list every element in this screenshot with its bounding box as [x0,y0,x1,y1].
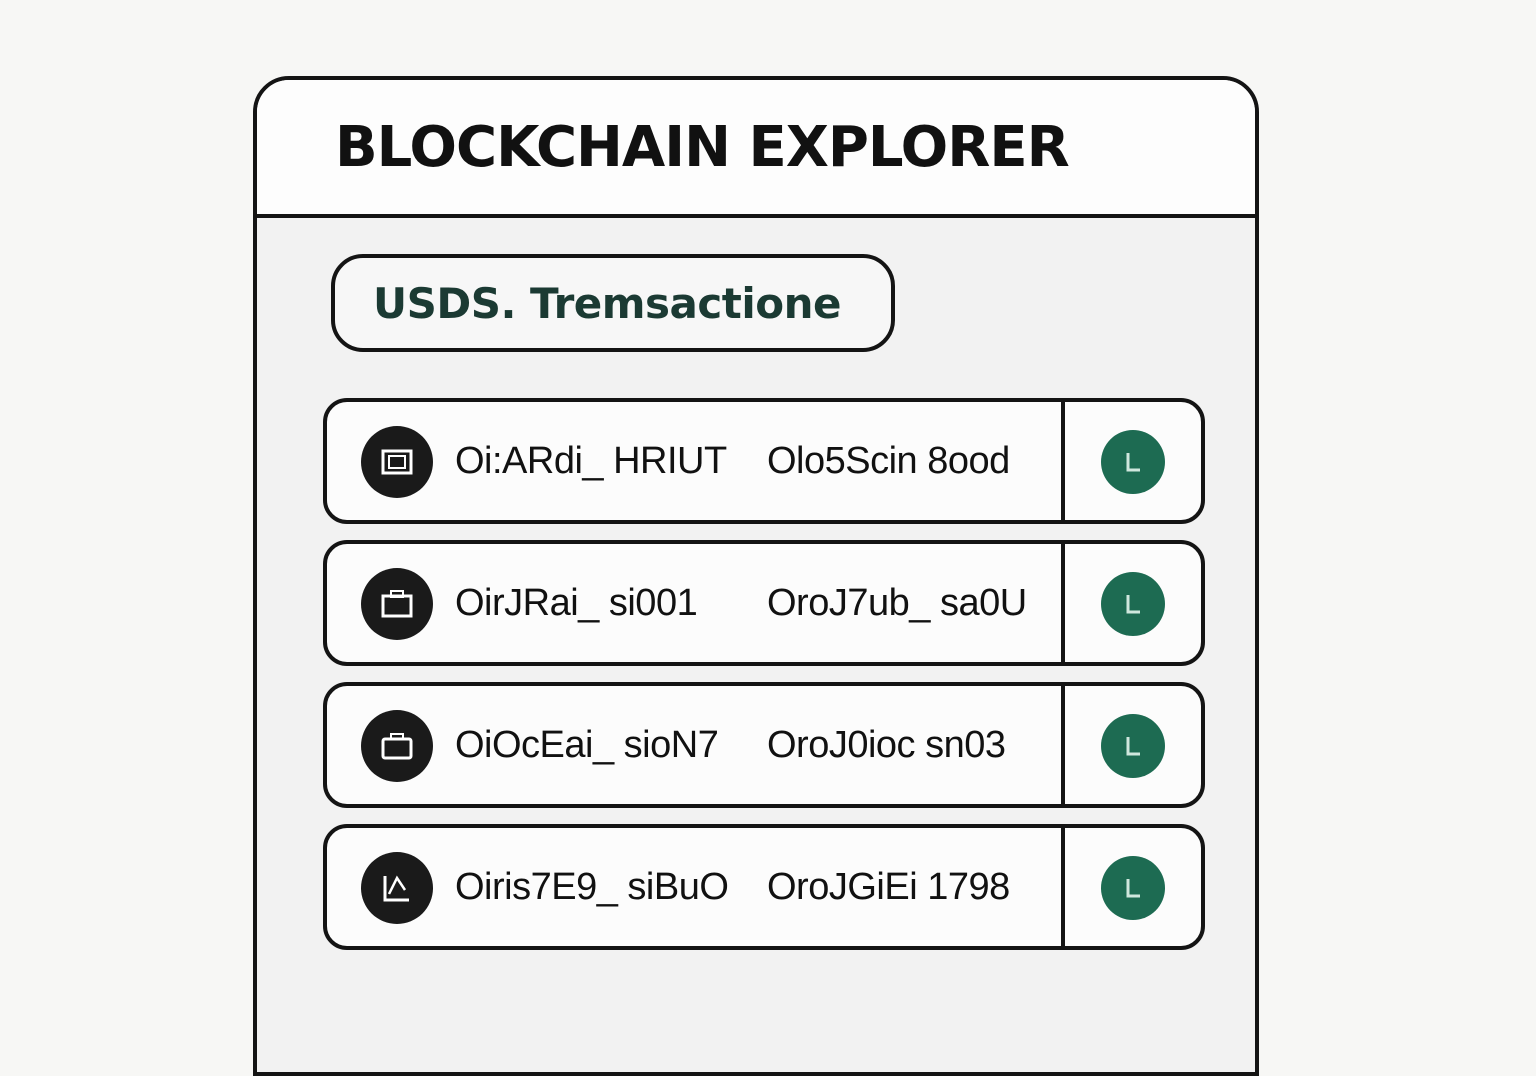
transaction-hash[interactable]: OirJRai_ si001 [455,544,698,662]
app-title: BLOCKCHAIN EXPLORER [335,114,1070,180]
transaction-hash[interactable]: OiOcEai_ sioN7 [455,686,719,804]
wallet-icon [361,568,433,640]
transactions-filter-button[interactable]: USDS. Tremsactione [331,254,895,352]
wallet-icon [361,426,433,498]
confirmed-icon[interactable] [1101,572,1165,636]
confirmed-icon[interactable] [1101,714,1165,778]
app-header: BLOCKCHAIN EXPLORER [257,80,1255,218]
transaction-address[interactable]: OroJ0ioc sn03 [767,686,1006,804]
transaction-row[interactable]: Oiris7E9_ siBuO OroJGiEi 1798 [323,824,1205,950]
row-divider [1061,686,1065,804]
transaction-address[interactable]: OroJ7ub_ sa0U [767,544,1027,662]
transactions-filter-label: USDS. Tremsactione [373,278,842,328]
transaction-row[interactable]: Oi:ARdi_ HRIUT Olo5Scin 8ood [323,398,1205,524]
transaction-row[interactable]: OirJRai_ si001 OroJ7ub_ sa0U [323,540,1205,666]
transaction-row[interactable]: OiOcEai_ sioN7 OroJ0ioc sn03 [323,682,1205,808]
row-divider [1061,544,1065,662]
transaction-address[interactable]: OroJGiEi 1798 [767,828,1010,946]
exchange-icon [361,852,433,924]
row-divider [1061,402,1065,520]
confirmed-icon[interactable] [1101,430,1165,494]
transaction-list: Oi:ARdi_ HRIUT Olo5Scin 8ood OirJRai_ si… [323,398,1205,966]
transaction-hash[interactable]: Oi:ARdi_ HRIUT [455,402,727,520]
briefcase-icon [361,710,433,782]
transaction-hash[interactable]: Oiris7E9_ siBuO [455,828,729,946]
explorer-window: BLOCKCHAIN EXPLORER USDS. Tremsactione O… [253,76,1259,1076]
confirmed-icon[interactable] [1101,856,1165,920]
transaction-address[interactable]: Olo5Scin 8ood [767,402,1010,520]
row-divider [1061,828,1065,946]
